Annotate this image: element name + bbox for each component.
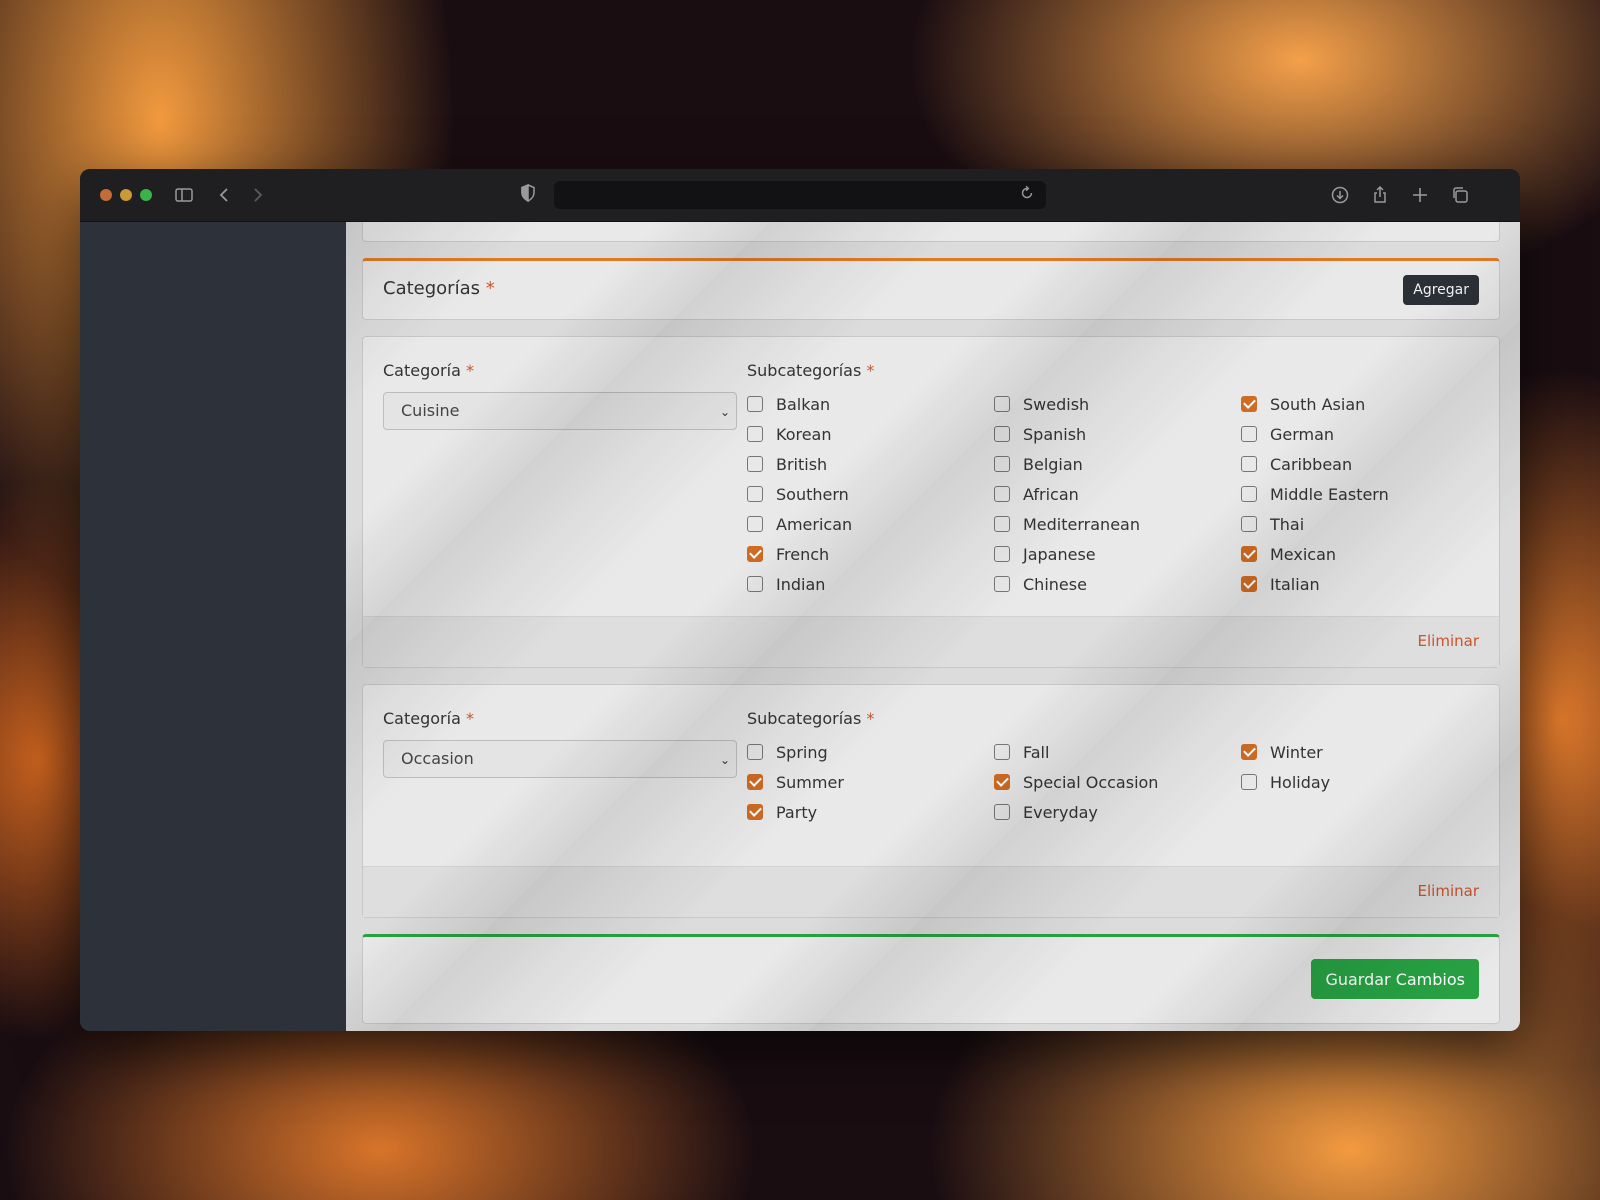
chevron-down-icon: ⌄ bbox=[719, 753, 730, 767]
checkbox[interactable] bbox=[994, 744, 1010, 760]
back-icon[interactable] bbox=[213, 183, 237, 207]
checkbox[interactable] bbox=[994, 804, 1010, 820]
checkbox[interactable] bbox=[1241, 456, 1257, 472]
subcategory-label: Mexican bbox=[1270, 545, 1337, 564]
privacy-shield-icon[interactable] bbox=[518, 183, 542, 207]
checkbox[interactable] bbox=[747, 396, 763, 412]
subcategory-label: French bbox=[776, 545, 830, 564]
minimize-window-button[interactable] bbox=[120, 189, 132, 201]
checkbox[interactable] bbox=[1241, 516, 1257, 532]
tab-overview-icon[interactable] bbox=[1448, 183, 1472, 207]
browser-window: Categorías * Agregar Categoría * Cuisine… bbox=[80, 169, 1520, 1031]
checkbox-checked[interactable] bbox=[747, 546, 763, 562]
subcategory-label: Fall bbox=[1023, 743, 1050, 762]
subcategory-label: Korean bbox=[776, 425, 832, 444]
previous-section-card bbox=[362, 222, 1500, 242]
checkbox[interactable] bbox=[994, 456, 1010, 472]
categories-header-card: Categorías * Agregar bbox=[362, 258, 1500, 320]
new-tab-icon[interactable] bbox=[1408, 183, 1432, 207]
subcategory-label: Mediterranean bbox=[1023, 515, 1140, 534]
subcategory-label: Caribbean bbox=[1270, 455, 1353, 474]
subcategory-label: South Asian bbox=[1270, 395, 1366, 414]
browser-titlebar bbox=[80, 169, 1520, 222]
subcategory-label: Party bbox=[776, 803, 818, 822]
subcategory-label: Balkan bbox=[776, 395, 831, 414]
checkbox-checked[interactable] bbox=[1241, 576, 1257, 592]
forward-icon[interactable] bbox=[245, 183, 269, 207]
subcategory-label: Swedish bbox=[1023, 395, 1090, 414]
subcategory-label: Thai bbox=[1270, 515, 1305, 534]
checkbox[interactable] bbox=[747, 576, 763, 592]
category-footer: Eliminar bbox=[363, 866, 1499, 917]
category-select[interactable]: Occasion ⌄ bbox=[383, 740, 737, 778]
checkbox-checked[interactable] bbox=[1241, 744, 1257, 760]
subcategory-label: Spanish bbox=[1023, 425, 1087, 444]
subcategory-label: Middle Eastern bbox=[1270, 485, 1389, 504]
checkbox[interactable] bbox=[994, 546, 1010, 562]
subcategory-label: Belgian bbox=[1023, 455, 1083, 474]
checkbox[interactable] bbox=[994, 396, 1010, 412]
checkbox-checked[interactable] bbox=[1241, 396, 1257, 412]
subcategory-label: British bbox=[776, 455, 828, 474]
checkbox[interactable] bbox=[1241, 426, 1257, 442]
subcategory-label: Spring bbox=[776, 743, 828, 762]
main-content: Categorías * Agregar Categoría * Cuisine… bbox=[346, 222, 1520, 1031]
checkbox[interactable] bbox=[747, 426, 763, 442]
delete-category-link[interactable]: Eliminar bbox=[1418, 632, 1479, 650]
category-block-occasion: Categoría * Occasion ⌄ Subcategorías * S… bbox=[362, 684, 1500, 918]
subcategory-label: Italian bbox=[1270, 575, 1320, 594]
checkbox[interactable] bbox=[1241, 774, 1257, 790]
subcategory-label: Summer bbox=[776, 773, 844, 792]
close-window-button[interactable] bbox=[100, 189, 112, 201]
app-sidebar bbox=[80, 222, 346, 1031]
checkbox[interactable] bbox=[747, 744, 763, 760]
category-block-cuisine: Categoría * Cuisine ⌄ Subcategorías * Ba… bbox=[362, 336, 1500, 668]
save-card: Guardar Cambios bbox=[362, 934, 1500, 1024]
subcategory-label: Southern bbox=[776, 485, 849, 504]
checkbox-checked[interactable] bbox=[747, 804, 763, 820]
subcategory-label: German bbox=[1270, 425, 1335, 444]
category-footer: Eliminar bbox=[363, 616, 1499, 667]
add-category-button[interactable]: Agregar bbox=[1403, 275, 1479, 305]
checkbox[interactable] bbox=[747, 486, 763, 502]
save-changes-button[interactable]: Guardar Cambios bbox=[1311, 959, 1479, 999]
checkbox[interactable] bbox=[747, 516, 763, 532]
subcategory-label: Holiday bbox=[1270, 773, 1331, 792]
checkbox[interactable] bbox=[994, 486, 1010, 502]
address-bar[interactable] bbox=[554, 181, 1046, 209]
subcategory-label: Japanese bbox=[1023, 545, 1096, 564]
category-label: Categoría * bbox=[383, 709, 474, 728]
checkbox[interactable] bbox=[1241, 486, 1257, 502]
checkbox-checked[interactable] bbox=[994, 774, 1010, 790]
subcategories-label: Subcategorías * bbox=[747, 709, 875, 728]
subcategory-label: Winter bbox=[1270, 743, 1323, 762]
subcategory-label: American bbox=[776, 515, 853, 534]
subcategory-label: Everyday bbox=[1023, 803, 1098, 822]
checkbox-checked[interactable] bbox=[1241, 546, 1257, 562]
checkbox-checked[interactable] bbox=[747, 774, 763, 790]
delete-category-link[interactable]: Eliminar bbox=[1418, 882, 1479, 900]
category-label: Categoría * bbox=[383, 361, 474, 380]
checkbox[interactable] bbox=[994, 516, 1010, 532]
checkbox[interactable] bbox=[994, 426, 1010, 442]
sidebar-toggle-icon[interactable] bbox=[172, 183, 196, 207]
subcategories-label: Subcategorías * bbox=[747, 361, 875, 380]
maximize-window-button[interactable] bbox=[140, 189, 152, 201]
checkbox[interactable] bbox=[747, 456, 763, 472]
checkbox[interactable] bbox=[994, 576, 1010, 592]
reload-icon[interactable] bbox=[1018, 184, 1040, 206]
category-select[interactable]: Cuisine ⌄ bbox=[383, 392, 737, 430]
subcategory-label: Chinese bbox=[1023, 575, 1087, 594]
subcategory-label: African bbox=[1023, 485, 1079, 504]
chevron-down-icon: ⌄ bbox=[719, 405, 730, 419]
share-icon[interactable] bbox=[1368, 183, 1392, 207]
subcategory-label: Special Occasion bbox=[1023, 773, 1159, 792]
downloads-icon[interactable] bbox=[1328, 183, 1352, 207]
subcategory-label: Indian bbox=[776, 575, 826, 594]
section-title: Categorías * bbox=[383, 278, 495, 299]
